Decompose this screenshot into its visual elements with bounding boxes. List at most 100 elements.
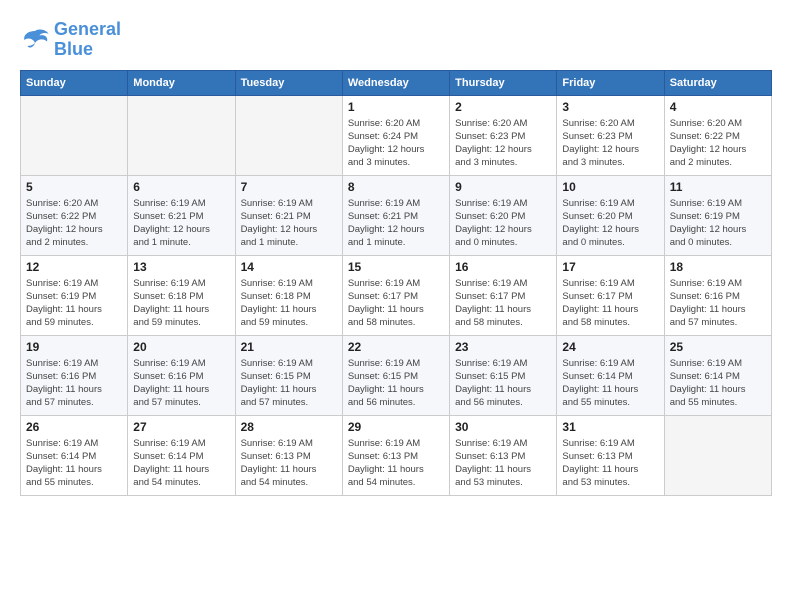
day-number: 17 xyxy=(562,260,658,274)
calendar-table: SundayMondayTuesdayWednesdayThursdayFrid… xyxy=(20,70,772,496)
weekday-header-thursday: Thursday xyxy=(450,70,557,95)
calendar-week-3: 12 Sunrise: 6:19 AM Sunset: 6:19 PM Dayli… xyxy=(21,255,772,335)
day-info: Sunrise: 6:19 AM Sunset: 6:21 PM Dayligh… xyxy=(348,197,444,250)
day-info: Sunrise: 6:19 AM Sunset: 6:14 PM Dayligh… xyxy=(670,357,766,410)
day-info: Sunrise: 6:19 AM Sunset: 6:14 PM Dayligh… xyxy=(562,357,658,410)
day-number: 22 xyxy=(348,340,444,354)
day-info: Sunrise: 6:19 AM Sunset: 6:15 PM Dayligh… xyxy=(455,357,551,410)
day-info: Sunrise: 6:19 AM Sunset: 6:16 PM Dayligh… xyxy=(26,357,122,410)
day-info: Sunrise: 6:19 AM Sunset: 6:13 PM Dayligh… xyxy=(562,437,658,490)
day-number: 8 xyxy=(348,180,444,194)
calendar-cell: 14Sunrise: 6:19 AM Sunset: 6:18 PM Dayli… xyxy=(235,255,342,335)
day-number: 31 xyxy=(562,420,658,434)
calendar-cell: 1 Sunrise: 6:20 AM Sunset: 6:24 PM Daylig… xyxy=(342,95,449,175)
day-number: 13 xyxy=(133,260,229,274)
day-info: Sunrise: 6:19 AM Sunset: 6:14 PM Dayligh… xyxy=(26,437,122,490)
day-number: 20 xyxy=(133,340,229,354)
calendar-cell: 11Sunrise: 6:19 AM Sunset: 6:19 PM Dayli… xyxy=(664,175,771,255)
day-info: Sunrise: 6:19 AM Sunset: 6:15 PM Dayligh… xyxy=(348,357,444,410)
day-info: Sunrise: 6:19 AM Sunset: 6:15 PM Dayligh… xyxy=(241,357,337,410)
day-info: Sunrise: 6:19 AM Sunset: 6:21 PM Dayligh… xyxy=(133,197,229,250)
calendar-week-5: 26 Sunrise: 6:19 AM Sunset: 6:14 PM Dayli… xyxy=(21,415,772,495)
calendar-cell xyxy=(21,95,128,175)
day-info: Sunrise: 6:19 AM Sunset: 6:18 PM Dayligh… xyxy=(241,277,337,330)
day-info: Sunrise: 6:19 AM Sunset: 6:14 PM Dayligh… xyxy=(133,437,229,490)
calendar-week-1: 1 Sunrise: 6:20 AM Sunset: 6:24 PM Daylig… xyxy=(21,95,772,175)
day-info: Sunrise: 6:20 AM Sunset: 6:23 PM Dayligh… xyxy=(562,117,658,170)
day-info: Sunrise: 6:19 AM Sunset: 6:20 PM Dayligh… xyxy=(455,197,551,250)
calendar-cell xyxy=(128,95,235,175)
calendar-cell: 2 Sunrise: 6:20 AM Sunset: 6:23 PM Daylig… xyxy=(450,95,557,175)
day-number: 4 xyxy=(670,100,766,114)
calendar-cell: 20 Sunrise: 6:19 AM Sunset: 6:16 PM Dayli… xyxy=(128,335,235,415)
calendar-cell: 28Sunrise: 6:19 AM Sunset: 6:13 PM Dayli… xyxy=(235,415,342,495)
calendar-cell: 15Sunrise: 6:19 AM Sunset: 6:17 PM Dayli… xyxy=(342,255,449,335)
day-number: 9 xyxy=(455,180,551,194)
calendar-cell: 7 Sunrise: 6:19 AM Sunset: 6:21 PM Daylig… xyxy=(235,175,342,255)
weekday-header-friday: Friday xyxy=(557,70,664,95)
day-number: 27 xyxy=(133,420,229,434)
calendar-cell: 23 Sunrise: 6:19 AM Sunset: 6:15 PM Dayli… xyxy=(450,335,557,415)
day-info: Sunrise: 6:19 AM Sunset: 6:16 PM Dayligh… xyxy=(133,357,229,410)
day-number: 6 xyxy=(133,180,229,194)
logo-icon xyxy=(20,28,50,52)
day-number: 3 xyxy=(562,100,658,114)
weekday-header-wednesday: Wednesday xyxy=(342,70,449,95)
day-number: 21 xyxy=(241,340,337,354)
day-number: 19 xyxy=(26,340,122,354)
day-info: Sunrise: 6:20 AM Sunset: 6:22 PM Dayligh… xyxy=(26,197,122,250)
day-number: 25 xyxy=(670,340,766,354)
calendar-cell: 18 Sunrise: 6:19 AM Sunset: 6:16 PM Dayli… xyxy=(664,255,771,335)
calendar-cell: 16 Sunrise: 6:19 AM Sunset: 6:17 PM Dayli… xyxy=(450,255,557,335)
calendar-cell: 27 Sunrise: 6:19 AM Sunset: 6:14 PM Dayli… xyxy=(128,415,235,495)
calendar-cell: 9 Sunrise: 6:19 AM Sunset: 6:20 PM Daylig… xyxy=(450,175,557,255)
day-info: Sunrise: 6:19 AM Sunset: 6:16 PM Dayligh… xyxy=(670,277,766,330)
day-info: Sunrise: 6:19 AM Sunset: 6:20 PM Dayligh… xyxy=(562,197,658,250)
calendar-cell: 17 Sunrise: 6:19 AM Sunset: 6:17 PM Dayli… xyxy=(557,255,664,335)
day-number: 1 xyxy=(348,100,444,114)
day-number: 18 xyxy=(670,260,766,274)
calendar-cell: 13 Sunrise: 6:19 AM Sunset: 6:18 PM Dayli… xyxy=(128,255,235,335)
day-info: Sunrise: 6:19 AM Sunset: 6:21 PM Dayligh… xyxy=(241,197,337,250)
calendar-cell: 29Sunrise: 6:19 AM Sunset: 6:13 PM Dayli… xyxy=(342,415,449,495)
weekday-header-monday: Monday xyxy=(128,70,235,95)
day-info: Sunrise: 6:19 AM Sunset: 6:18 PM Dayligh… xyxy=(133,277,229,330)
calendar-cell xyxy=(664,415,771,495)
day-number: 16 xyxy=(455,260,551,274)
calendar-week-4: 19 Sunrise: 6:19 AM Sunset: 6:16 PM Dayli… xyxy=(21,335,772,415)
calendar-cell: 26 Sunrise: 6:19 AM Sunset: 6:14 PM Dayli… xyxy=(21,415,128,495)
calendar-cell: 10 Sunrise: 6:19 AM Sunset: 6:20 PM Dayli… xyxy=(557,175,664,255)
calendar-cell: 3 Sunrise: 6:20 AM Sunset: 6:23 PM Daylig… xyxy=(557,95,664,175)
day-number: 11 xyxy=(670,180,766,194)
weekday-header-saturday: Saturday xyxy=(664,70,771,95)
day-info: Sunrise: 6:19 AM Sunset: 6:17 PM Dayligh… xyxy=(562,277,658,330)
calendar-cell: 22 Sunrise: 6:19 AM Sunset: 6:15 PM Dayli… xyxy=(342,335,449,415)
day-info: Sunrise: 6:19 AM Sunset: 6:13 PM Dayligh… xyxy=(241,437,337,490)
day-number: 29 xyxy=(348,420,444,434)
calendar-cell: 6 Sunrise: 6:19 AM Sunset: 6:21 PM Daylig… xyxy=(128,175,235,255)
day-info: Sunrise: 6:20 AM Sunset: 6:23 PM Dayligh… xyxy=(455,117,551,170)
day-info: Sunrise: 6:20 AM Sunset: 6:22 PM Dayligh… xyxy=(670,117,766,170)
calendar-cell: 5Sunrise: 6:20 AM Sunset: 6:22 PM Daylig… xyxy=(21,175,128,255)
day-number: 10 xyxy=(562,180,658,194)
day-number: 23 xyxy=(455,340,551,354)
day-number: 7 xyxy=(241,180,337,194)
calendar-cell: 25 Sunrise: 6:19 AM Sunset: 6:14 PM Dayli… xyxy=(664,335,771,415)
logo: General Blue xyxy=(20,20,121,60)
day-number: 2 xyxy=(455,100,551,114)
weekday-header-sunday: Sunday xyxy=(21,70,128,95)
calendar-cell: 30Sunrise: 6:19 AM Sunset: 6:13 PM Dayli… xyxy=(450,415,557,495)
day-number: 12 xyxy=(26,260,122,274)
day-info: Sunrise: 6:20 AM Sunset: 6:24 PM Dayligh… xyxy=(348,117,444,170)
calendar-header: SundayMondayTuesdayWednesdayThursdayFrid… xyxy=(21,70,772,95)
day-info: Sunrise: 6:19 AM Sunset: 6:17 PM Dayligh… xyxy=(455,277,551,330)
day-number: 26 xyxy=(26,420,122,434)
calendar-cell: 12 Sunrise: 6:19 AM Sunset: 6:19 PM Dayli… xyxy=(21,255,128,335)
calendar-cell xyxy=(235,95,342,175)
day-number: 30 xyxy=(455,420,551,434)
day-info: Sunrise: 6:19 AM Sunset: 6:19 PM Dayligh… xyxy=(26,277,122,330)
logo-text: General Blue xyxy=(54,20,121,60)
calendar-cell: 19 Sunrise: 6:19 AM Sunset: 6:16 PM Dayli… xyxy=(21,335,128,415)
calendar-cell: 4 Sunrise: 6:20 AM Sunset: 6:22 PM Daylig… xyxy=(664,95,771,175)
calendar-cell: 8 Sunrise: 6:19 AM Sunset: 6:21 PM Daylig… xyxy=(342,175,449,255)
